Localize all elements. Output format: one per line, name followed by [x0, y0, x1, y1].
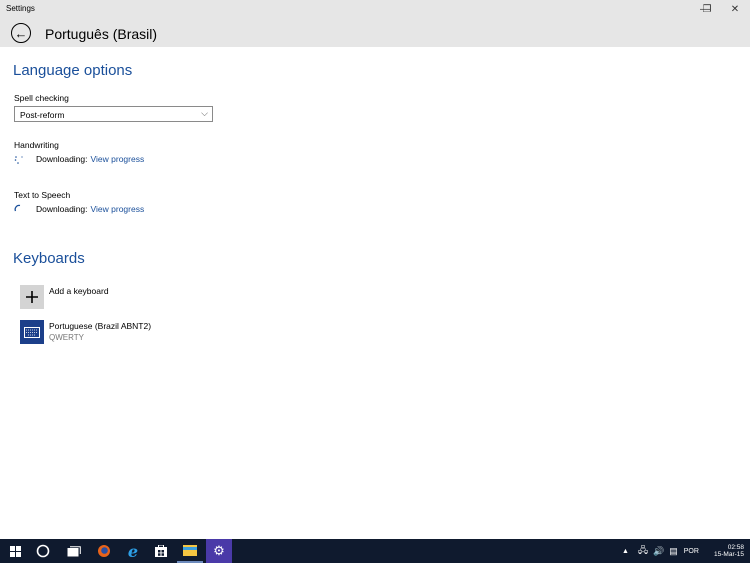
handwriting-view-progress-link[interactable]: View progress	[91, 154, 145, 164]
add-keyboard-label: Add a keyboard	[49, 286, 109, 296]
back-arrow-icon: ←	[14, 25, 28, 41]
firefox-button[interactable]	[91, 539, 117, 563]
edge-button[interactable]: e	[120, 539, 146, 563]
network-icon[interactable]: 🖧	[638, 543, 648, 559]
close-button[interactable]: ✕	[720, 0, 750, 19]
spell-checking-dropdown[interactable]: Post-reform ⌵	[14, 106, 213, 122]
page-title: Português (Brasil)	[45, 26, 158, 42]
loading-spinner-icon	[14, 204, 21, 212]
action-center-icon[interactable]: ▤	[669, 546, 678, 557]
keyboard-item[interactable]: Portuguese (Brazil ABNT2) QWERTY	[20, 320, 151, 344]
chevron-down-icon: ⌵	[201, 108, 208, 118]
clock-time: 02:58	[727, 544, 744, 551]
spell-checking-label: Spell checking	[14, 93, 69, 103]
keyboard-name: Portuguese (Brazil ABNT2)	[49, 321, 152, 331]
handwriting-status-text: Downloading:	[36, 154, 88, 164]
text-to-speech-view-progress-link[interactable]: View progress	[91, 204, 145, 214]
window-title: Settings	[6, 4, 35, 13]
restore-icon: ❐	[702, 4, 712, 15]
store-button[interactable]	[148, 539, 174, 563]
input-language-indicator[interactable]: POR	[684, 548, 699, 555]
taskbar: e ⚙ ▲ 🖧 🔊 ▤ POR 02:58 15-Mar-15	[0, 539, 750, 563]
settings-taskbar-button[interactable]: ⚙	[206, 539, 232, 563]
text-to-speech-status-text: Downloading:	[36, 204, 88, 214]
volume-icon[interactable]: 🔊	[653, 546, 664, 557]
gear-icon: ⚙	[213, 543, 225, 558]
language-options-heading: Language options	[13, 62, 133, 79]
clock[interactable]: 02:58 15-Mar-15	[706, 539, 744, 563]
keyboard-icon	[20, 320, 44, 344]
task-view-icon	[67, 545, 81, 556]
handwriting-status: Downloading: View progress	[14, 154, 144, 164]
firefox-icon	[98, 545, 110, 557]
keyboards-heading: Keyboards	[13, 250, 85, 267]
task-view-button[interactable]	[61, 539, 87, 563]
loading-spinner-icon	[14, 156, 23, 164]
text-to-speech-status: Downloading: View progress	[14, 204, 144, 214]
store-icon	[155, 545, 167, 557]
system-tray: ▲ 🖧 🔊 ▤ POR	[622, 539, 699, 563]
back-button[interactable]: ←	[11, 23, 31, 43]
file-explorer-button[interactable]	[177, 539, 203, 563]
title-bar: Settings — ❐ ✕	[0, 0, 750, 19]
spell-checking-value: Post-reform	[20, 110, 65, 120]
keyboard-layout: QWERTY	[49, 333, 84, 342]
close-icon: ✕	[730, 4, 740, 15]
windows-logo-icon	[9, 545, 21, 557]
clock-date: 15-Mar-15	[714, 551, 744, 558]
show-hidden-icons-button[interactable]: ▲	[622, 548, 629, 555]
start-button[interactable]	[2, 539, 28, 563]
plus-icon	[20, 285, 44, 309]
text-to-speech-label: Text to Speech	[14, 190, 71, 200]
folder-icon	[183, 545, 197, 556]
page-header: ← Português (Brasil)	[0, 19, 750, 47]
handwriting-label: Handwriting	[14, 140, 59, 150]
cortana-circle-icon	[36, 544, 50, 558]
add-keyboard-button[interactable]: Add a keyboard	[20, 285, 109, 309]
restore-button[interactable]: ❐	[692, 0, 722, 19]
edge-icon: e	[127, 541, 139, 561]
cortana-button[interactable]	[30, 539, 56, 563]
